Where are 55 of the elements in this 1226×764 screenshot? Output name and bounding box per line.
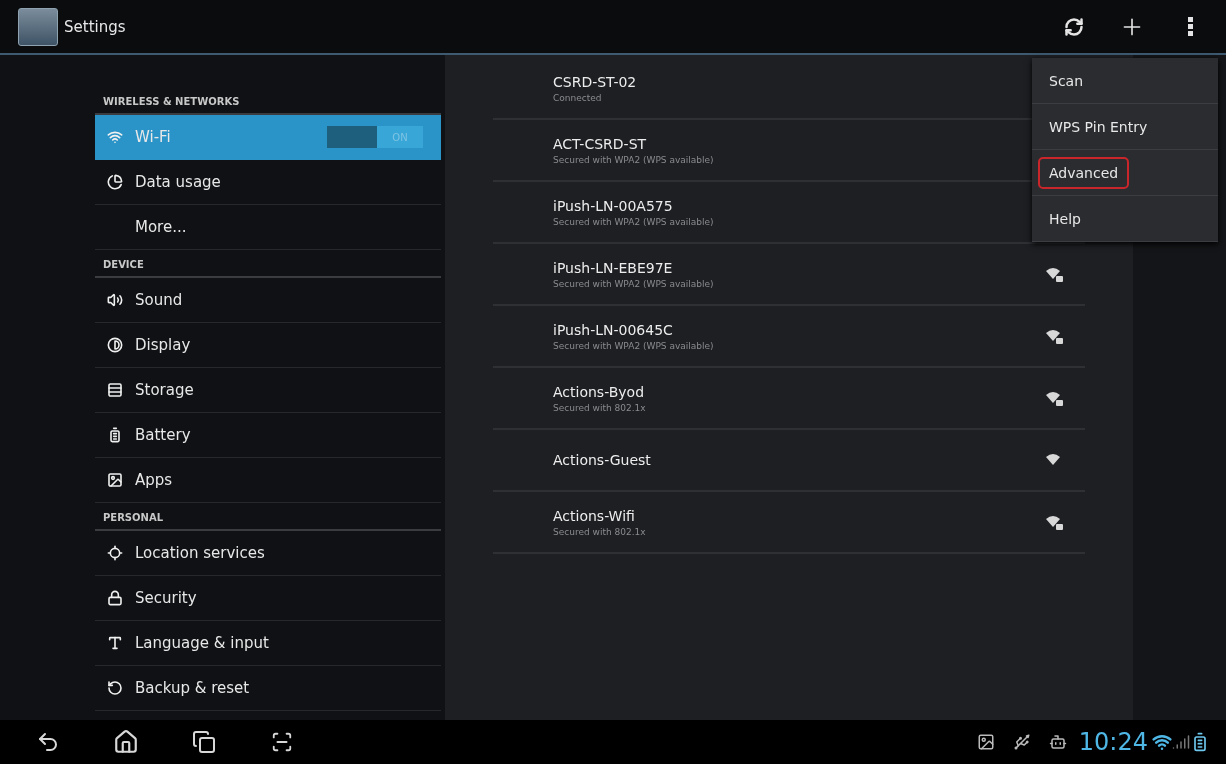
clock: 10:24 xyxy=(1078,728,1148,756)
speaker-icon xyxy=(107,292,123,308)
network-name: Actions-Byod xyxy=(553,383,646,400)
network-status: Secured with 802.1x xyxy=(553,402,647,413)
menu-item[interactable]: Advanced xyxy=(1032,150,1218,196)
network-name: ACT-CSRD-ST xyxy=(553,135,648,152)
wifi-icon xyxy=(107,129,123,145)
menu-item[interactable]: Scan xyxy=(1032,58,1218,104)
reset-icon xyxy=(107,680,123,696)
network-status: Secured with WPA2 (WPS available) xyxy=(553,154,715,165)
more-icon xyxy=(1187,17,1193,36)
network-name: Actions-Guest xyxy=(553,452,652,468)
letter-icon xyxy=(107,635,123,651)
sidebar-item[interactable]: Battery xyxy=(95,413,441,458)
sidebar-item[interactable]: Data usage xyxy=(95,160,441,205)
network-name: Actions-Wifi xyxy=(553,507,636,524)
wifi-icon xyxy=(1152,732,1172,752)
contrast-icon xyxy=(107,337,123,353)
location-icon xyxy=(107,545,123,561)
wps-icon xyxy=(1064,16,1084,37)
app-title: Settings xyxy=(64,17,127,36)
network-name: iPush-LN-EBE97E xyxy=(553,259,674,276)
menu-item[interactable]: WPS Pin Entry xyxy=(1032,104,1218,150)
sidebar-item[interactable]: Location services xyxy=(95,531,441,576)
usb-icon xyxy=(1012,733,1031,751)
sidebar-item[interactable]: Storage xyxy=(95,368,441,413)
section-header: DEVICE xyxy=(95,250,441,278)
sidebar-item[interactable]: Security xyxy=(95,576,441,621)
sidebar-item[interactable]: Language & input xyxy=(95,621,441,666)
pie-chart-icon xyxy=(107,174,123,190)
sidebar-item[interactable]: More... xyxy=(95,205,441,250)
battery-icon xyxy=(107,427,123,443)
sidebar-item[interactable]: Display xyxy=(95,323,441,368)
network-status: Secured with WPA2 (WPS available) xyxy=(553,340,715,351)
home-icon xyxy=(113,729,139,755)
back-icon xyxy=(36,730,60,754)
network-status: Secured with WPA2 (WPS available) xyxy=(553,278,715,289)
image-icon xyxy=(107,472,123,488)
network-name: iPush-LN-00645C xyxy=(553,321,674,338)
sidebar-item[interactable]: Apps xyxy=(95,458,441,503)
settings-app-icon[interactable] xyxy=(18,7,58,46)
screenshot-icon xyxy=(271,731,293,753)
network-status: Secured with 802.1x xyxy=(553,526,647,537)
recents-icon xyxy=(192,730,216,754)
menu-item[interactable]: Help xyxy=(1032,196,1218,242)
robot-icon xyxy=(1048,733,1067,751)
section-header: PERSONAL xyxy=(95,503,441,531)
sidebar-item[interactable]: Sound xyxy=(95,278,441,323)
lock-icon xyxy=(107,590,123,606)
storage-icon xyxy=(107,382,123,398)
network-status: Connected xyxy=(553,92,603,103)
network-name: iPush-LN-00A575 xyxy=(553,197,674,214)
sidebar-item[interactable]: Backup & reset xyxy=(95,666,441,711)
image-icon xyxy=(976,733,995,751)
signal-icon xyxy=(1172,733,1190,751)
